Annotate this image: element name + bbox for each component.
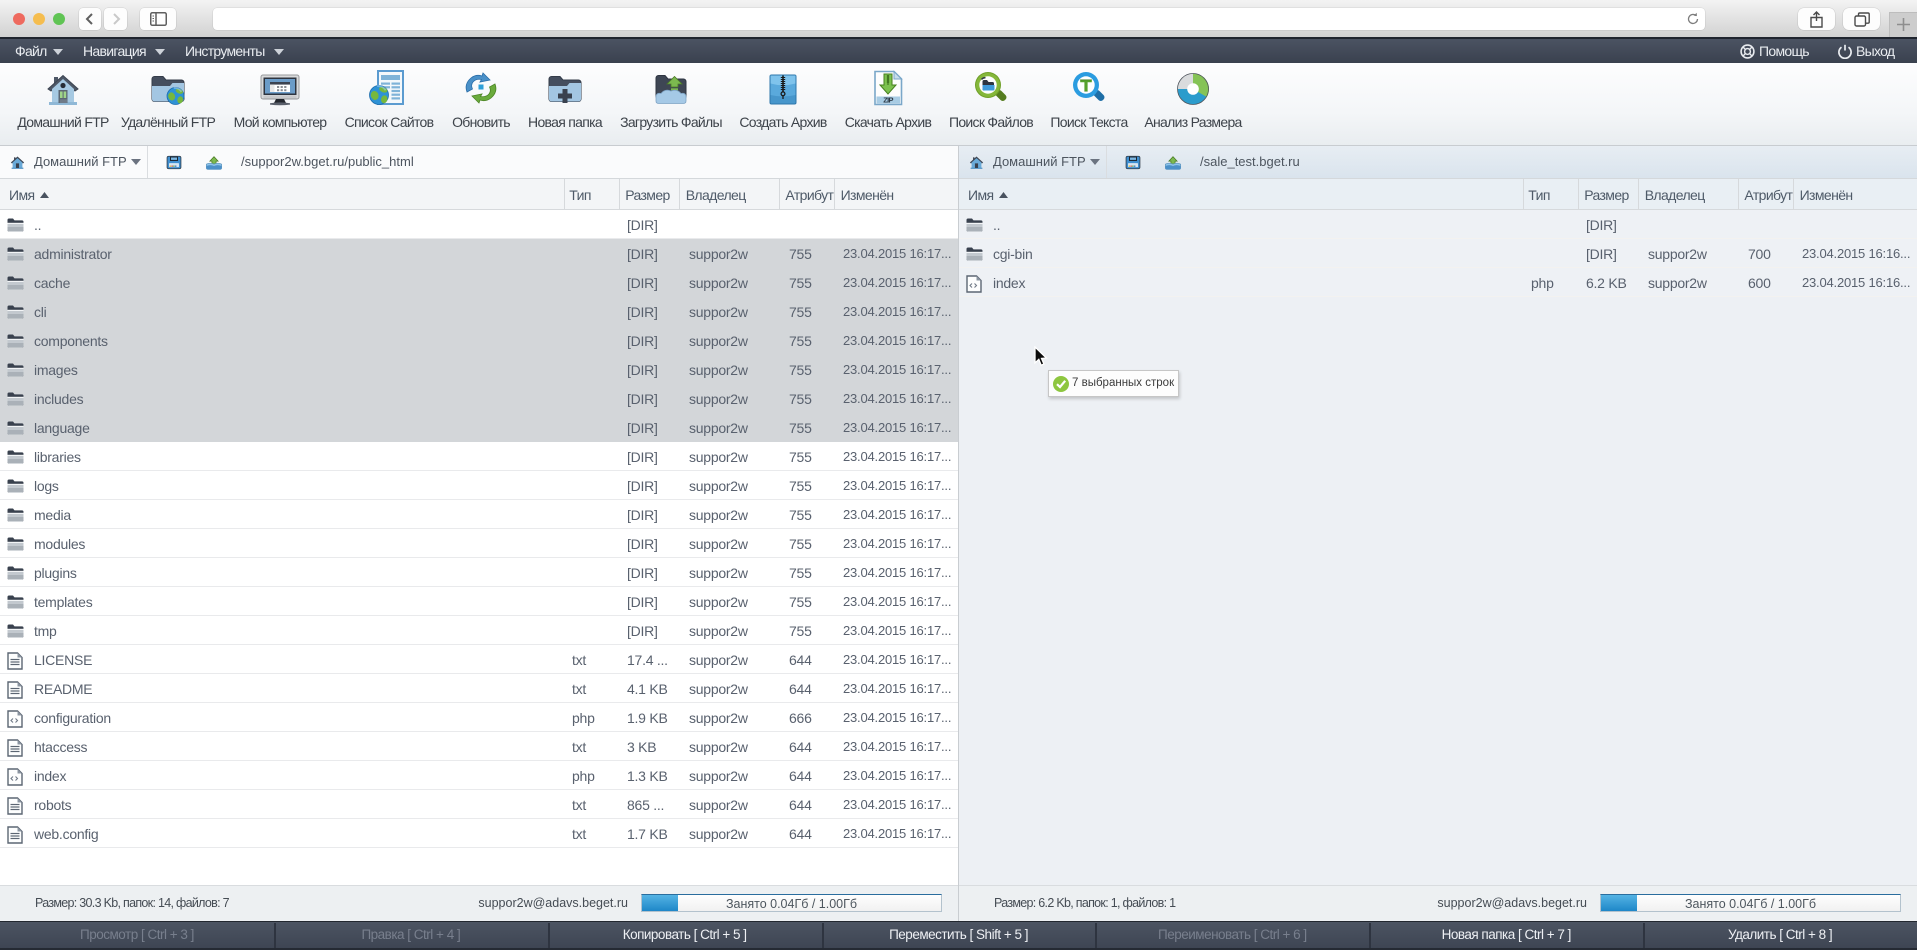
svg-text:ZIP: ZIP: [883, 96, 893, 105]
